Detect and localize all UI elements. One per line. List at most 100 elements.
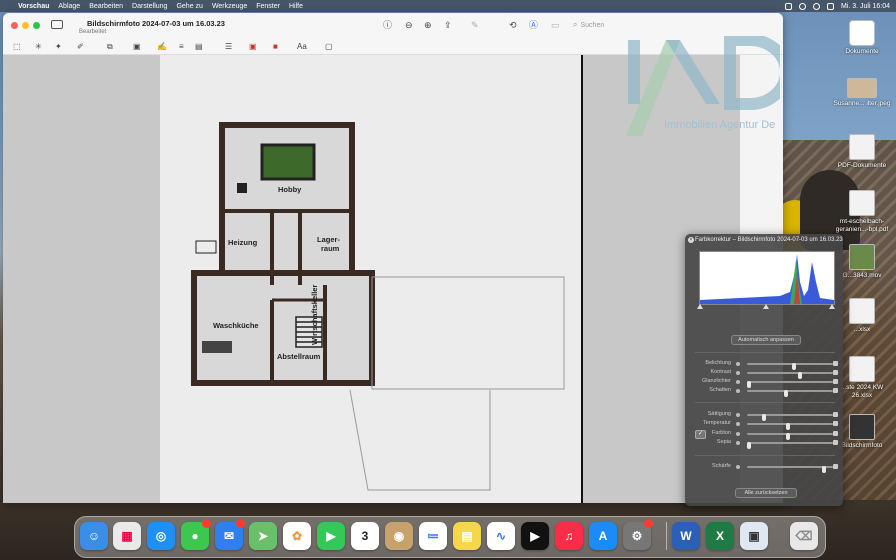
- dock-contacts-icon[interactable]: ◉: [385, 522, 413, 550]
- highlight-icon[interactable]: ✎: [471, 21, 479, 30]
- smart-lasso-icon[interactable]: ✳: [35, 42, 42, 51]
- search-field[interactable]: ⌕ Suchen: [573, 20, 604, 30]
- desktop-icon-label: G...3843.mov: [842, 272, 882, 279]
- slider-temperature[interactable]: Temperatur: [685, 420, 843, 430]
- status-icon[interactable]: [784, 2, 792, 10]
- white-point-handle[interactable]: [829, 304, 835, 309]
- menu-fenster[interactable]: Fenster: [256, 3, 280, 10]
- form-icon[interactable]: ▭: [551, 21, 560, 30]
- black-point-handle[interactable]: [697, 304, 703, 309]
- rotate-icon[interactable]: ⟲: [509, 21, 517, 30]
- close-button[interactable]: [11, 22, 18, 29]
- slider-max-icon: [833, 431, 838, 436]
- share-icon[interactable]: ⇪: [444, 21, 452, 30]
- desktop-icon-label: ...ste 2024 KW 26.xlsx: [840, 384, 884, 399]
- slider-max-icon: [833, 464, 838, 469]
- dock-maps-icon[interactable]: ➤: [249, 522, 277, 550]
- slider-shadows[interactable]: Schatten: [685, 387, 843, 397]
- adjust-color-icon[interactable]: ≡: [179, 42, 184, 51]
- slider-contrast[interactable]: Kontrast: [685, 369, 843, 379]
- panel-close-icon[interactable]: ×: [688, 237, 694, 243]
- fill-color-icon[interactable]: ■: [273, 42, 278, 51]
- dock-reminders-icon[interactable]: ≔: [419, 522, 447, 550]
- slider-sepia[interactable]: Sepia: [685, 439, 843, 449]
- dock-calendar-icon[interactable]: 3: [351, 522, 379, 550]
- search-icon[interactable]: [812, 2, 820, 10]
- slider-thumb[interactable]: [822, 466, 827, 473]
- selection-tool-icon[interactable]: ⬚: [13, 42, 21, 51]
- desktop-icon-folder[interactable]: Dokumente: [832, 20, 892, 56]
- desktop-icon-folder[interactable]: PDF-Dokumente: [832, 134, 892, 170]
- sidebar-toggle-icon[interactable]: [51, 20, 63, 29]
- wifi-icon[interactable]: [798, 2, 806, 10]
- minimize-button[interactable]: [22, 22, 29, 29]
- midtone-handle[interactable]: [763, 304, 769, 309]
- dock-trash-icon[interactable]: ⌫: [790, 522, 818, 550]
- dock-music-icon[interactable]: ♫: [555, 522, 583, 550]
- dock-launchpad-icon[interactable]: ▦: [113, 522, 141, 550]
- border-color-icon[interactable]: ▣: [249, 42, 257, 51]
- dock-preview-icon[interactable]: ▣: [740, 522, 768, 550]
- signature-icon[interactable]: ✍: [157, 42, 167, 51]
- room-label-hobby: Hobby: [278, 185, 302, 194]
- page-divider: [581, 55, 583, 503]
- zoom-button[interactable]: [33, 22, 40, 29]
- dock-facetime-icon[interactable]: ▶: [317, 522, 345, 550]
- slider-tint[interactable]: Farbton: [685, 430, 843, 440]
- histogram[interactable]: [699, 251, 835, 305]
- dock-app-store-icon[interactable]: A: [589, 522, 617, 550]
- slider-min-icon: [736, 413, 740, 417]
- shapes-icon[interactable]: ⧉: [107, 42, 113, 52]
- menu-werkzeuge[interactable]: Werkzeuge: [212, 3, 247, 10]
- mail-badge: [236, 519, 245, 528]
- auto-adjust-button[interactable]: Automatisch anpassen: [731, 335, 801, 345]
- slider-label: Sepia: [716, 439, 731, 445]
- text-style-icon[interactable]: Aa: [297, 42, 307, 51]
- dock-safari-icon[interactable]: ◎: [147, 522, 175, 550]
- slider-highlights[interactable]: Glanzlichter: [685, 378, 843, 388]
- menu-ablage[interactable]: Ablage: [58, 3, 80, 10]
- line-style-icon[interactable]: ☰: [225, 42, 232, 51]
- instant-alpha-icon[interactable]: ✦: [55, 42, 62, 51]
- room-label-waschkueche: Waschküche: [213, 321, 259, 330]
- menu-darstellung[interactable]: Darstellung: [132, 3, 167, 10]
- slider-thumb[interactable]: [783, 390, 788, 397]
- dock-tv-icon[interactable]: ▶: [521, 522, 549, 550]
- slider-saturation[interactable]: Sättigung: [685, 411, 843, 421]
- sketch-icon[interactable]: ✐: [77, 42, 84, 51]
- reset-all-button[interactable]: Alle zurücksetzen: [735, 488, 797, 498]
- zoom-out-icon[interactable]: ⊖: [405, 21, 413, 30]
- zoom-in-icon[interactable]: ⊕: [424, 21, 432, 30]
- dock-freeform-icon[interactable]: ∿: [487, 522, 515, 550]
- slider-label: Sättigung: [707, 411, 731, 417]
- slider-min-icon: [736, 380, 740, 384]
- desktop-icon-pdf[interactable]: mt-eschelbach-geranien...-bpl.pdf: [832, 190, 892, 234]
- app-menu[interactable]: Vorschau: [18, 3, 49, 10]
- room-label-lagerraum: Lager-: [317, 235, 340, 244]
- dock-excel-icon[interactable]: X: [706, 522, 734, 550]
- menu-bearbeiten[interactable]: Bearbeiten: [89, 3, 123, 10]
- slider-label: Schatten: [709, 387, 731, 393]
- control-center-icon[interactable]: [826, 2, 834, 10]
- slider-sharpness[interactable]: Schärfe: [685, 463, 843, 473]
- dock-finder-icon[interactable]: ☺: [80, 522, 108, 550]
- menu-gehe-zu[interactable]: Gehe zu: [176, 3, 202, 10]
- dock-notes-icon[interactable]: ▤: [453, 522, 481, 550]
- floor-plan: [191, 122, 565, 491]
- slider-max-icon: [833, 370, 838, 375]
- slider-thumb[interactable]: [746, 442, 751, 449]
- dock-photos-icon[interactable]: ✿: [283, 522, 311, 550]
- menu-clock[interactable]: Mi. 3. Juli 16:04: [841, 3, 890, 10]
- info-icon[interactable]: ⓘ: [383, 21, 392, 30]
- desktop-icon-image[interactable]: Susanne... ilter.jpeg: [832, 78, 892, 108]
- text-tool-icon[interactable]: ▣: [133, 42, 141, 51]
- menu-extras: Mi. 3. Juli 16:04: [784, 0, 890, 12]
- slider-thumb[interactable]: [786, 423, 791, 430]
- markup-icon[interactable]: Ⓐ: [529, 21, 538, 30]
- dock-word-icon[interactable]: W: [672, 522, 700, 550]
- adjust-size-icon[interactable]: ▤: [195, 42, 203, 51]
- document-title[interactable]: Bildschirmfoto 2024-07-03 um 16.03.23: [87, 19, 225, 28]
- annotate-icon[interactable]: ▢: [325, 42, 333, 51]
- menu-hilfe[interactable]: Hilfe: [289, 3, 303, 10]
- slider-exposure[interactable]: Belichtung: [685, 360, 843, 370]
